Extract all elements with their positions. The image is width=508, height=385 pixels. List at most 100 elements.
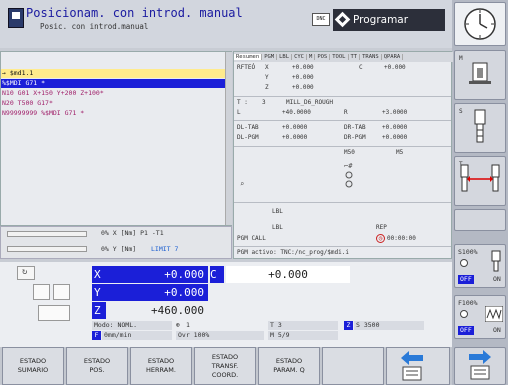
- coolant-icons: ⌐#: [344, 162, 353, 188]
- t-function-button[interactable]: T: [454, 156, 506, 206]
- y-value: +0.000: [292, 74, 314, 81]
- divider: [234, 146, 451, 147]
- softkey-line: COORD.: [211, 370, 239, 379]
- empty-side-button[interactable]: [454, 209, 506, 231]
- softkey-empty[interactable]: [322, 347, 384, 385]
- l-value: +40.0000: [282, 109, 311, 116]
- m50-label: M50: [344, 149, 355, 156]
- spindle-override-button[interactable]: S100% OFF ON: [454, 244, 506, 288]
- spindle-on-toggle[interactable]: ON: [493, 275, 501, 284]
- probe-icon: ⌕: [240, 180, 245, 188]
- c-label: C: [359, 64, 363, 71]
- tab-qpara[interactable]: QPARA: [381, 54, 404, 60]
- drpgm-label: DR-PGM: [344, 134, 366, 141]
- softkey-estado-param-q[interactable]: ESTADO PARAM. Q: [258, 347, 320, 385]
- tab-pgm[interactable]: PGM: [262, 54, 278, 60]
- pgm-activo: PGM activo: TNC:/nc_prog/$mdi.i: [237, 249, 349, 256]
- z-label: Z: [265, 84, 269, 91]
- x-label: X: [265, 64, 269, 71]
- load-panel: 0% X [Nm] P1 -T1 0% Y [Nm] LIMIT 7: [0, 226, 232, 259]
- program-scrollbar[interactable]: [225, 52, 232, 225]
- program-line[interactable]: N99999999 %$MDI G71 *: [1, 109, 225, 118]
- softkey-estado-transf[interactable]: ESTADO TRANSF. COORD.: [194, 347, 256, 385]
- z-axis-label: Z: [92, 302, 106, 319]
- c-axis-label: C: [210, 266, 224, 283]
- tab-tool[interactable]: TOOL: [330, 54, 349, 60]
- mode-title: Posicionam. con introd. manual: [26, 6, 243, 20]
- refresh-button[interactable]: ↻: [17, 266, 35, 280]
- z-badge: Z: [344, 321, 353, 330]
- divider: [234, 246, 451, 247]
- program-line[interactable]: → $md1.1: [1, 69, 225, 78]
- softkey-line: HERRAM.: [146, 366, 176, 374]
- programar-button[interactable]: Programar: [333, 9, 445, 31]
- feed-on-toggle[interactable]: ON: [493, 326, 501, 335]
- softkey-estado-sumario[interactable]: ESTADO SUMARIO: [2, 347, 64, 385]
- y-axis-row: Y +0.000: [92, 284, 208, 301]
- softkey-estado-pos[interactable]: ESTADO POS.: [66, 347, 128, 385]
- tab-tt[interactable]: TT: [348, 54, 361, 60]
- program-line[interactable]: N10 G01 X+150 Y+200 Z+100*: [1, 89, 225, 98]
- handwheel-button[interactable]: [53, 284, 70, 300]
- handwheel-button[interactable]: [38, 305, 70, 321]
- tool-number: T 3: [268, 321, 338, 330]
- tab-resumen[interactable]: Resumen: [234, 54, 263, 60]
- softkey-line: POS.: [89, 366, 105, 374]
- x-load-bar: [7, 231, 87, 237]
- feed-override-button[interactable]: F100% OFF ON: [454, 295, 506, 339]
- timer-value: 00:00:00: [387, 235, 416, 242]
- mode-text: Modo: NOML.: [92, 321, 172, 330]
- tab-trans[interactable]: TRANS: [360, 54, 382, 60]
- softkey-estado-herram[interactable]: ESTADO HERRAM.: [130, 347, 192, 385]
- tab-pos[interactable]: POS: [315, 54, 331, 60]
- c-axis-value: +0.000: [226, 266, 350, 283]
- drtab-value: +0.0000: [382, 124, 408, 131]
- arrow-right-doc-icon: [469, 350, 491, 380]
- f100-label: F100%: [458, 299, 478, 307]
- cam-value: 1: [186, 321, 190, 329]
- divider: [234, 202, 451, 203]
- y-axis-label: Y: [94, 286, 101, 299]
- arrow-left-doc-icon: [401, 351, 423, 381]
- override: Ovr 100%: [176, 331, 264, 340]
- softkey-back[interactable]: [386, 347, 450, 385]
- handwheel-button[interactable]: [33, 284, 50, 300]
- next-softkey-row-button[interactable]: [454, 347, 506, 385]
- camera-icon: ⊕: [176, 321, 180, 329]
- program-line[interactable]: N20 T500 G17*: [1, 99, 225, 108]
- svg-text:⌐#: ⌐#: [344, 162, 353, 170]
- clock-button[interactable]: [454, 2, 506, 46]
- y-label: Y: [265, 74, 269, 81]
- s-function-button[interactable]: S: [454, 103, 506, 153]
- x-load-text: 0% X [Nm] P1 -T1: [101, 229, 164, 237]
- softkey-line: ESTADO: [19, 357, 47, 365]
- programar-label: Programar: [353, 14, 409, 26]
- feed-off-toggle[interactable]: OFF: [458, 326, 474, 335]
- dnc-icon: DNC: [312, 13, 330, 26]
- m-label: M: [459, 55, 463, 62]
- program-line-selected[interactable]: %$MDI G71 *: [1, 79, 225, 88]
- tab-cyc[interactable]: CYC: [292, 54, 307, 60]
- divider: [234, 120, 451, 121]
- x-value: +0.000: [292, 64, 314, 71]
- t-label: T :: [237, 99, 248, 106]
- lbl1-label: LBL: [272, 208, 283, 215]
- status-tabs: Resumen PGM LBL CYC M POS TOOL TT TRANS QPARA: [234, 52, 453, 62]
- feed-rate: 0mm/min: [102, 331, 172, 340]
- tab-lbl[interactable]: LBL: [277, 54, 293, 60]
- dltab-label: DL-TAB: [237, 124, 259, 131]
- clock-icon: [464, 8, 496, 40]
- tool-name: MILL_D6_ROUGH: [286, 99, 333, 106]
- divider: [234, 96, 451, 97]
- refresh-icon: ↻: [22, 267, 28, 277]
- mode-subtitle: Posic. con introd.manual: [40, 22, 149, 31]
- y-axis-value: +0.000: [164, 286, 204, 299]
- lbl2-label: LBL: [272, 224, 283, 231]
- dlpgm-value: +0.0000: [282, 134, 308, 141]
- m-function-button[interactable]: M: [454, 50, 506, 100]
- spindle-off-toggle[interactable]: OFF: [458, 275, 474, 284]
- rfteo-label: RFTEÓ: [237, 64, 256, 71]
- spindle-small-icon: [491, 250, 501, 272]
- rep-label: REP: [376, 224, 387, 231]
- c-value: +0.000: [384, 64, 406, 71]
